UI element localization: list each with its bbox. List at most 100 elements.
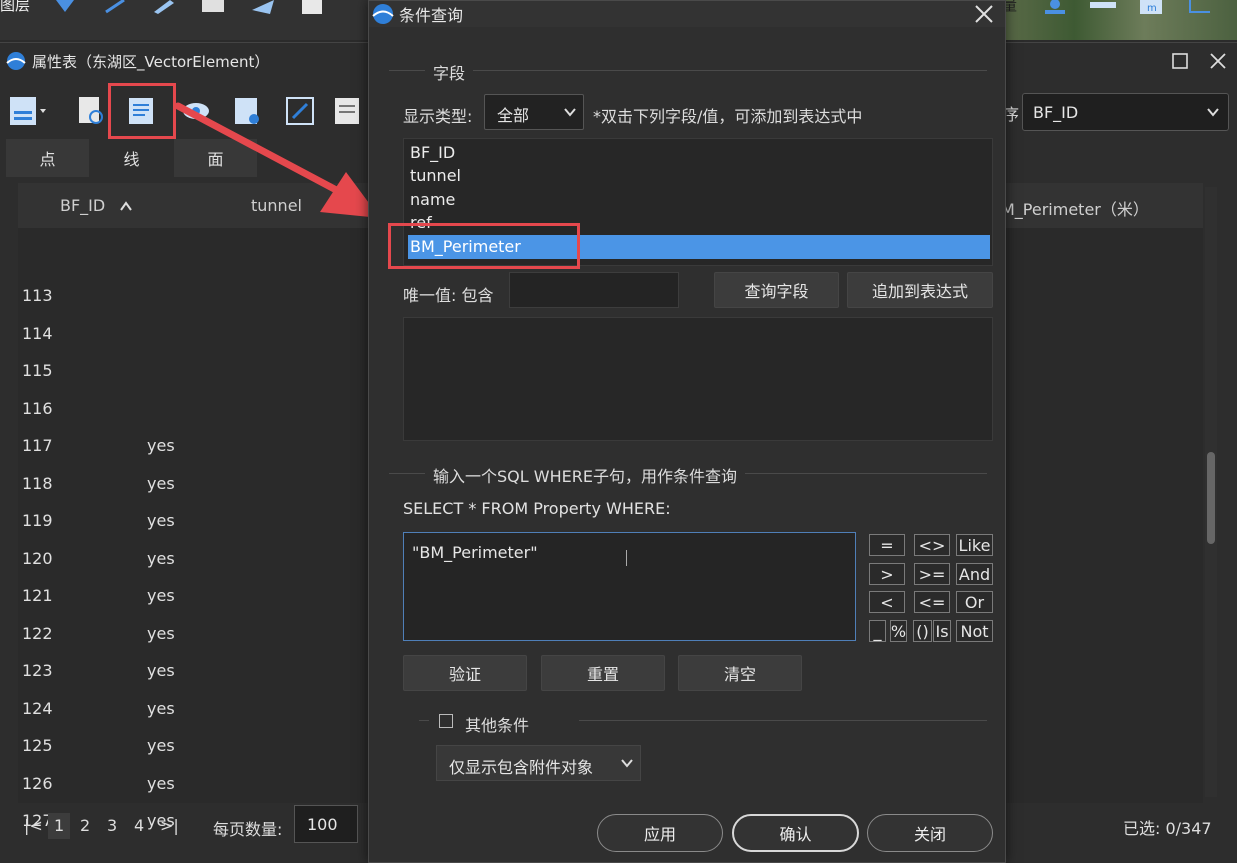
page-4[interactable]: 4 [134,816,144,835]
cell-bf-id: 126 [22,773,53,793]
visibility-icon[interactable] [180,95,212,127]
field-group-divider [389,70,987,71]
cell-bf-id: 118 [22,473,53,493]
op-is[interactable]: Is [933,620,951,642]
confirm-button[interactable]: 确认 [732,814,859,852]
sql-expression-input[interactable]: "BM_Perimeter" [403,532,856,641]
op-like[interactable]: Like [956,534,993,556]
other-conditions-checkbox[interactable] [439,714,453,728]
location-icon[interactable] [1042,0,1068,14]
op-not-equals[interactable]: <> [914,534,950,556]
attachment-filter-select[interactable]: 仅显示包含附件对象 [436,745,641,781]
chevron-down-icon [564,108,576,117]
other-conditions-label: 其他条件 [465,716,530,735]
field-item-tunnel[interactable]: tunnel [408,164,990,188]
reset-button[interactable]: 重置 [541,655,665,691]
column-header-bf-id[interactable]: BF_ID [60,196,105,215]
cell-bf-id: 122 [22,623,53,643]
app-logo-icon [6,52,26,70]
column-header-tunnel[interactable]: tunnel [251,196,302,215]
unique-value-list[interactable] [403,317,993,441]
ruler-icon[interactable] [1090,0,1116,14]
scrollbar-thumb[interactable] [1207,452,1215,544]
tab-polygon[interactable]: 面 [174,139,257,177]
op-percent[interactable]: % [890,620,907,642]
first-page-button[interactable]: |< [24,816,43,835]
cell-bf-id: 123 [22,661,53,680]
dialog-title: 条件查询 [399,6,464,25]
cell-bf-id: 120 [22,548,53,568]
attachment-filter-value: 仅显示包含附件对象 [449,758,594,777]
verify-button[interactable]: 验证 [403,655,527,691]
condition-query-dialog: 条件查询 字段 显示类型: 全部 *双击下列字段/值，可添加到表达式中 BF_I… [368,0,1006,863]
field-item-name[interactable]: name [408,188,990,212]
line-tool-icon[interactable] [104,0,130,14]
attribute-table-title: 属性表（东湖区_VectorElement） [32,52,270,71]
sort-field-value: BF_ID [1033,102,1079,122]
cell-tunnel: yes [147,698,175,718]
op-parentheses[interactable]: () [913,620,932,642]
op-underscore[interactable]: _ [869,620,886,642]
field-hint: *双击下列字段/值，可添加到表达式中 [593,107,863,126]
edit-field-icon[interactable] [284,95,316,127]
pin-tool-icon[interactable] [52,0,78,14]
dialog-titlebar: 条件查询 [369,1,1005,27]
clear-button[interactable]: 清空 [678,655,802,691]
query-field-button[interactable]: 查询字段 [714,272,839,308]
display-type-select[interactable]: 全部 [484,94,584,130]
op-greater[interactable]: > [869,563,905,585]
field-item-label: name [410,190,456,209]
field-item-label: tunnel [410,166,461,185]
cell-bf-id: 115 [22,361,53,380]
close-button[interactable]: 关闭 [867,814,993,852]
op-greater-equal[interactable]: >= [914,563,950,585]
tab-point[interactable]: 点 [6,139,89,177]
op-less[interactable]: < [869,591,905,613]
op-less-equal[interactable]: <= [914,591,950,613]
measure-area-icon[interactable]: m [1138,0,1164,14]
field-group-label: 字段 [425,60,474,84]
cell-tunnel: yes [147,548,175,568]
tab-line[interactable]: 线 [90,139,173,177]
page-3[interactable]: 3 [107,816,117,835]
op-equals[interactable]: = [869,534,905,556]
sort-field-select[interactable]: BF_ID [1022,93,1229,131]
highlight-box-query-icon [108,83,176,139]
page-2[interactable]: 2 [80,816,90,835]
cell-bf-id: 124 [22,698,53,718]
export-icon[interactable] [232,95,264,127]
layer-label: 图层 [0,0,31,14]
last-page-button[interactable]: >| [160,816,179,835]
cell-tunnel: yes [147,623,175,643]
op-or[interactable]: Or [956,591,993,613]
chevron-down-icon [1207,108,1219,117]
table-scrollbar[interactable] [1205,187,1217,797]
field-item-bf-id[interactable]: BF_ID [408,141,990,165]
preview-icon[interactable] [76,95,108,127]
column-header-perimeter[interactable]: M_Perimeter（米） [1001,196,1149,220]
op-and[interactable]: And [956,563,993,585]
list-icon[interactable] [332,95,364,127]
page-1[interactable]: 1 [54,816,64,835]
per-page-input[interactable] [294,805,358,843]
op-not[interactable]: Not [956,620,993,642]
add-to-expression-button[interactable]: 追加到表达式 [847,272,993,308]
cell-bf-id: 114 [22,323,53,343]
per-page-label: 每页数量: [213,820,283,839]
display-type-value: 全部 [497,106,530,125]
cell-tunnel: yes [147,473,175,493]
dialog-close-icon[interactable] [973,3,995,25]
save-icon[interactable] [8,95,46,127]
apply-button[interactable]: 应用 [597,814,723,852]
maximize-icon[interactable] [1168,49,1192,73]
close-icon[interactable] [1206,49,1230,73]
cell-tunnel: yes [147,511,175,530]
app-logo-icon [372,4,394,24]
sql-expression-text: "BM_Perimeter" [412,543,538,562]
pen-tool-icon[interactable] [152,0,178,14]
angle-icon[interactable] [1186,0,1212,14]
edit-tool-icon[interactable] [250,0,276,14]
page-tool-icon[interactable] [300,0,326,14]
rect-tool-icon[interactable] [200,0,226,14]
unique-value-input[interactable] [509,272,679,308]
